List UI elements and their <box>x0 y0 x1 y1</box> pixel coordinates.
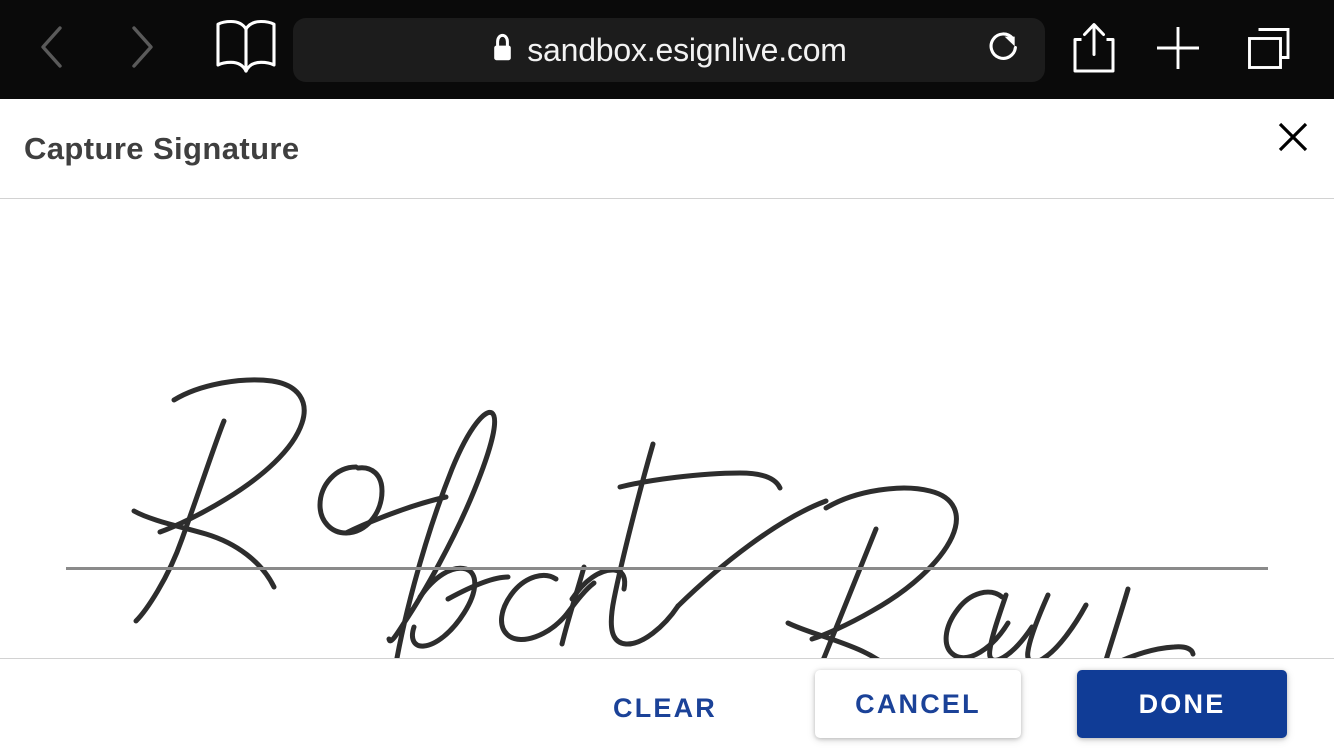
forward-button[interactable] <box>114 20 170 80</box>
close-icon <box>1275 119 1311 160</box>
tabs-icon <box>1245 24 1293 77</box>
close-button[interactable] <box>1266 112 1320 166</box>
reload-button[interactable] <box>981 26 1029 74</box>
url-content: sandbox.esignlive.com <box>491 32 847 69</box>
clear-button[interactable]: CLEAR <box>609 683 721 734</box>
lock-icon <box>491 33 514 68</box>
page-title: Capture Signature <box>24 130 300 166</box>
url-bar[interactable]: sandbox.esignlive.com <box>293 18 1045 82</box>
done-button[interactable]: DONE <box>1077 670 1287 738</box>
cancel-button[interactable]: CANCEL <box>815 670 1021 738</box>
reload-icon <box>984 27 1026 74</box>
book-icon <box>215 19 277 80</box>
signature-baseline <box>66 567 1268 570</box>
signature-canvas[interactable] <box>0 199 1334 659</box>
bookmarks-button[interactable] <box>215 19 277 80</box>
signature-drawing <box>131 377 1196 658</box>
plus-icon <box>1155 25 1201 76</box>
capture-signature-dialog: Capture Signature CLEAR CANCEL DONE <box>0 99 1334 750</box>
new-tab-button[interactable] <box>1148 19 1208 81</box>
browser-window: sandbox.esignlive.com Capture Signature … <box>0 0 1334 750</box>
chevron-left-icon <box>37 24 67 75</box>
share-button[interactable] <box>1064 19 1124 81</box>
share-icon <box>1071 21 1117 80</box>
browser-toolbar: sandbox.esignlive.com <box>0 0 1334 99</box>
chevron-right-icon <box>127 24 157 75</box>
dialog-header: Capture Signature <box>0 99 1334 199</box>
dialog-footer: CLEAR CANCEL DONE <box>0 659 1334 749</box>
back-button[interactable] <box>24 20 80 80</box>
url-text: sandbox.esignlive.com <box>527 31 847 68</box>
tabs-button[interactable] <box>1238 19 1300 81</box>
